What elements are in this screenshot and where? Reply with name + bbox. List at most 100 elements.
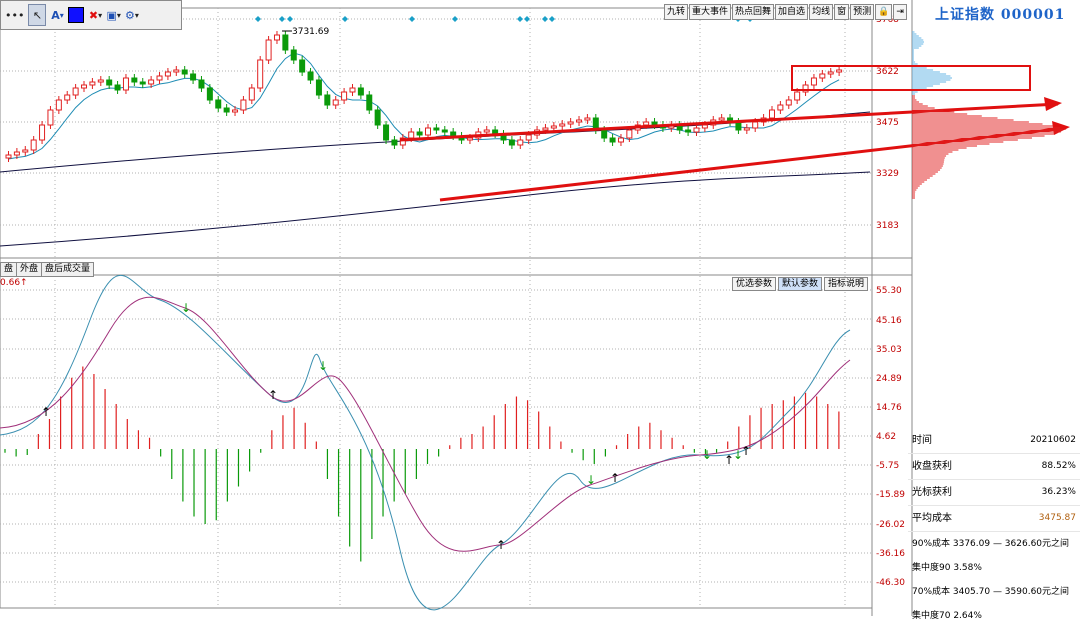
major-events-button[interactable]: 重大事件: [689, 4, 732, 20]
candle-body: [559, 123, 566, 127]
text-icon[interactable]: A ▾: [50, 5, 64, 25]
color-swatch: [68, 7, 85, 23]
candle-body: [777, 104, 784, 111]
candle-body: [450, 131, 457, 137]
add-watchlist-button[interactable]: 加自选: [775, 4, 809, 20]
macd-label: -15.89: [876, 490, 905, 500]
event-diamond: [542, 16, 548, 22]
signal-arrow: ↓: [586, 473, 596, 487]
optimal-params-button[interactable]: 优选参数: [732, 277, 777, 291]
candle-body: [584, 117, 591, 121]
delete-x-icon[interactable]: ✖ ▾: [88, 5, 102, 25]
candle-body: [567, 121, 574, 125]
candle-body: [148, 79, 155, 85]
macd-label: 24.89: [876, 374, 902, 384]
candle-body: [39, 124, 46, 141]
candle-body: [550, 125, 557, 129]
lock-icon[interactable]: 🔒: [875, 4, 893, 20]
macd-chart: ↑↓↑↓↑↓ ↑↓ ↑↓↑: [0, 275, 851, 611]
event-diamond: [255, 16, 261, 22]
chip-info-panel: 时间 20210602 收盘获利 88.52% 光标获利 36.23% 平均成本 347…: [908, 428, 1080, 628]
chevron-down-icon: ▾: [116, 10, 121, 20]
candle-body: [81, 84, 88, 89]
moving-average-button[interactable]: 均线: [809, 4, 834, 20]
event-diamond: [524, 16, 530, 22]
more-button[interactable]: •••: [5, 5, 24, 25]
info-value: 88.52%: [1041, 461, 1076, 471]
jiuzhuan-button[interactable]: 九转: [664, 4, 689, 20]
candle-body: [383, 124, 390, 141]
indicator-help-button[interactable]: 指标说明: [824, 277, 869, 291]
ma-line: [8, 52, 840, 160]
candle-body: [768, 109, 775, 119]
candle-body: [483, 129, 490, 133]
candle-body: [601, 129, 608, 139]
pin-icon[interactable]: ⇥: [893, 4, 907, 20]
candle-body: [282, 34, 289, 51]
candle-body: [785, 99, 792, 106]
candle-body: [466, 137, 473, 141]
price-label: 3329: [876, 169, 899, 179]
candle-body: [156, 75, 163, 81]
price-label: 3622: [876, 67, 899, 77]
candle-body: [55, 99, 62, 111]
candle-body: [307, 71, 314, 81]
candle-body: [701, 124, 708, 129]
candle-body: [139, 81, 146, 85]
high-label: 3731.69: [292, 27, 329, 37]
candle-body: [366, 94, 373, 111]
hotspot-replay-button[interactable]: 热点回舞: [732, 4, 775, 20]
event-diamond: [342, 16, 348, 22]
candle-body: [735, 121, 742, 131]
candle-body: [324, 94, 331, 106]
trend-line: [439, 126, 1067, 202]
candle-body: [198, 79, 205, 89]
window-button[interactable]: 窗: [834, 4, 850, 20]
drawing-toolbar: ••• ↖ A ▾ ✖ ▾ ▣ ▾ ⚙ ▾: [0, 0, 182, 30]
signal-arrow: ↑: [610, 471, 620, 485]
save-icon[interactable]: ▣ ▾: [106, 5, 120, 25]
event-diamond: [517, 16, 523, 22]
event-diamond: [549, 16, 555, 22]
macd-label: 55.30: [876, 286, 902, 296]
forecast-button[interactable]: 预测: [850, 4, 875, 20]
info-label: 收盘获利: [912, 461, 952, 472]
chevron-down-icon: ▾: [59, 10, 64, 20]
gear-icon[interactable]: ⚙ ▾: [125, 5, 139, 25]
candle-body: [617, 137, 624, 143]
info-row-avg-cost: 平均成本 3475.87: [908, 506, 1080, 532]
macd-label: -5.75: [876, 461, 899, 471]
candle-body: [47, 109, 54, 126]
signal-arrow: ↑: [41, 405, 51, 419]
candle-body: [794, 91, 801, 101]
signal-arrow: ↓: [702, 448, 712, 462]
info-label: 平均成本: [912, 513, 952, 524]
tab-inner[interactable]: 盘: [0, 262, 18, 277]
macd-label: 35.03: [876, 345, 902, 355]
tab-after-hours-volume[interactable]: 盘后成交量: [41, 262, 95, 277]
candle-body: [609, 137, 616, 143]
candle-body: [752, 121, 759, 129]
event-diamond: [287, 16, 293, 22]
ma-long-2: [0, 171, 871, 247]
event-diamond: [409, 16, 415, 22]
indicator-tabs: 盘 外盘 盘后成交量: [0, 262, 95, 277]
short-moving-average-line: [8, 52, 840, 160]
index-title: 上证指数 000001: [935, 7, 1066, 23]
candle-body: [248, 87, 255, 101]
concentration-90: 集中度90 3.58%: [912, 563, 982, 573]
color-swatch-icon[interactable]: [68, 5, 85, 25]
candle-body: [131, 77, 138, 83]
arrow-head: [1044, 97, 1062, 111]
macd-value-number: 0.66: [0, 278, 21, 288]
default-params-button[interactable]: 默认参数: [778, 277, 823, 291]
signal-arrow: ↑: [741, 444, 751, 458]
tab-outer[interactable]: 外盘: [16, 262, 43, 277]
cursor-icon[interactable]: ↖: [28, 4, 47, 26]
cost-90: 90%成本 3376.09 — 3626.60元之间: [912, 539, 1070, 549]
candle-body: [643, 121, 650, 126]
concentration-70: 集中度70 2.64%: [912, 611, 982, 621]
candle-body: [685, 129, 692, 133]
candle-body: [215, 99, 222, 109]
macd-label: 4.62: [876, 432, 896, 442]
